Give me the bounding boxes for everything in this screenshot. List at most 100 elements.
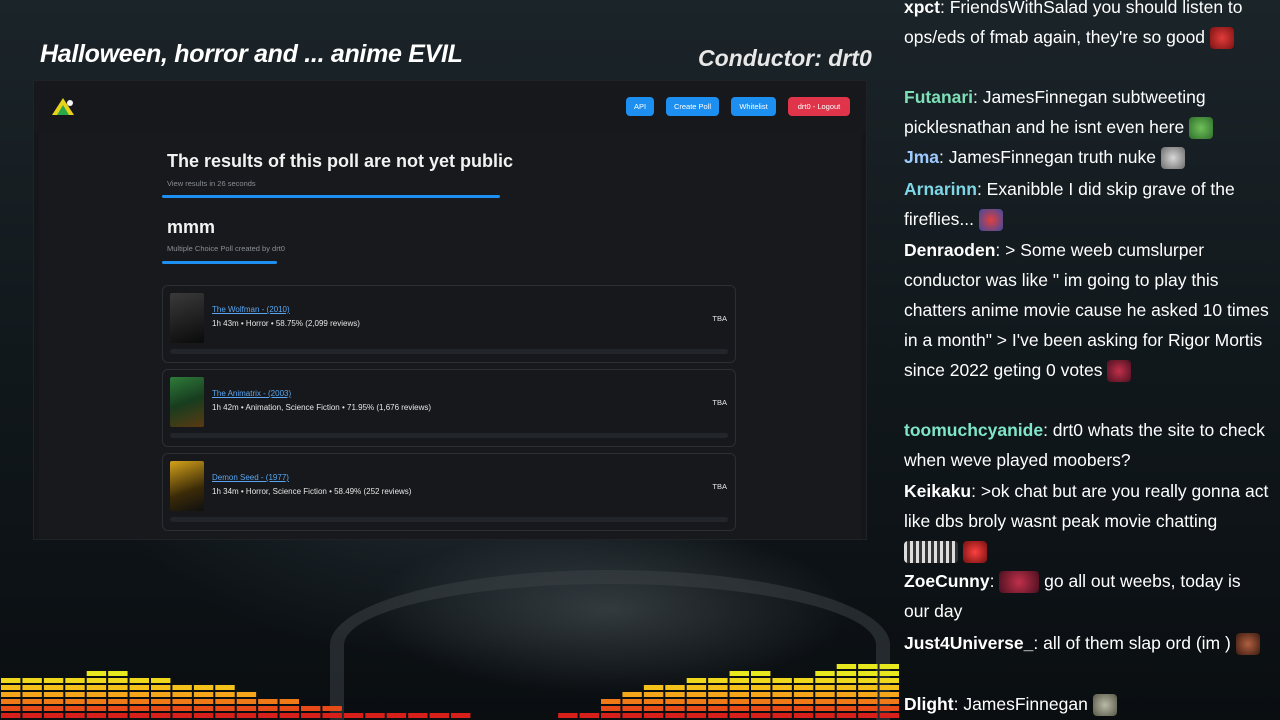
visualizer-segment xyxy=(751,685,771,690)
visualizer-segment xyxy=(22,706,42,711)
hype-emote-icon xyxy=(904,541,958,564)
poll-title-underline xyxy=(162,261,277,264)
visualizer-segment xyxy=(815,692,835,697)
chat-username[interactable]: Denraoden xyxy=(904,240,995,260)
visualizer-segment xyxy=(236,706,257,711)
chat-message: Just4Universe_: all of them slap ord (im… xyxy=(904,628,1270,658)
poll-option-card[interactable]: The Animatrix - (2003) 1h 42m • Animatio… xyxy=(162,369,736,447)
visualizer-segment xyxy=(708,706,728,711)
movie-meta: 1h 43m • Horror • 58.75% (2,099 reviews) xyxy=(212,319,360,328)
chat-username[interactable]: ZoeCunny xyxy=(904,571,990,591)
chat-message: ZoeCunny: go all out weebs, today is our… xyxy=(904,571,1241,621)
chat-username[interactable]: toomuchcyanide xyxy=(904,420,1043,440)
results-notice-title: The results of this poll are not yet pub… xyxy=(167,151,514,171)
chat-text: FriendsWithSalad you should listen to op… xyxy=(904,0,1243,47)
visualizer-segment xyxy=(879,685,899,690)
visualizer-segment xyxy=(215,692,235,697)
movie-title-link[interactable]: The Animatrix - (2003) xyxy=(212,389,291,398)
visualizer-segment xyxy=(643,706,664,711)
visualizer-segment xyxy=(793,699,814,704)
visualizer-segment xyxy=(215,699,235,704)
stream-title: Halloween, horror and ... anime EVIL xyxy=(40,40,463,68)
visualizer-segment xyxy=(86,699,107,704)
visualizer-segment xyxy=(22,713,42,718)
dance-emote-icon xyxy=(999,571,1040,594)
visualizer-segment xyxy=(751,706,771,711)
chat-username[interactable]: Dlight xyxy=(904,694,954,714)
visualizer-segment xyxy=(686,706,707,711)
visualizer-segment xyxy=(322,713,342,718)
visualizer-segment xyxy=(729,699,749,704)
visualizer-segment xyxy=(86,685,107,690)
visualizer-segment xyxy=(686,713,707,718)
visualizer-segment xyxy=(729,706,749,711)
chat-text: all of them slap ord (im ) xyxy=(1043,633,1231,653)
visualizer-segment xyxy=(643,692,664,697)
visualizer-segment xyxy=(43,692,64,697)
chat-panel: xpct: FriendsWithSalad you should listen… xyxy=(896,0,1280,720)
visualizer-segment xyxy=(665,706,685,711)
chat-username[interactable]: xpct xyxy=(904,0,940,17)
logout-button[interactable]: drt0 - Logout xyxy=(788,97,850,116)
visualizer-segment xyxy=(858,699,878,704)
visualizer-segment xyxy=(686,685,707,690)
chat-username[interactable]: Just4Universe_ xyxy=(904,633,1033,653)
visualizer-segment xyxy=(258,713,278,718)
visualizer-segment xyxy=(172,706,192,711)
movie-title-link[interactable]: The Wolfman - (2010) xyxy=(212,305,290,314)
vote-bar xyxy=(170,433,728,438)
visualizer-segment xyxy=(129,678,149,683)
visualizer-segment xyxy=(751,671,771,676)
chat-username[interactable]: Futanari xyxy=(904,87,973,107)
visualizer-segment xyxy=(1,699,21,704)
visualizer-segment xyxy=(601,706,621,711)
visualizer-segment xyxy=(172,685,192,690)
chat-message: toomuchcyanide: drt0 whats the site to c… xyxy=(904,420,1265,470)
visualizer-segment xyxy=(129,699,149,704)
visualizer-segment xyxy=(858,671,878,676)
site-logo-icon[interactable] xyxy=(48,95,78,119)
visualizer-segment xyxy=(43,713,64,718)
visualizer-segment xyxy=(451,713,471,718)
chat-message: xpct: FriendsWithSalad you should listen… xyxy=(904,0,1270,52)
whitelist-button[interactable]: Whitelist xyxy=(731,97,776,116)
visualizer-segment xyxy=(836,706,857,711)
visualizer-segment xyxy=(793,713,814,718)
visualizer-segment xyxy=(236,713,257,718)
visualizer-segment xyxy=(772,678,792,683)
visualizer-segment xyxy=(236,699,257,704)
visualizer-segment xyxy=(772,713,792,718)
poll-subtitle: Multiple Choice Poll created by drt0 xyxy=(167,244,285,253)
chat-username[interactable]: Jma xyxy=(904,147,939,167)
visualizer-segment xyxy=(879,706,899,711)
api-button[interactable]: API xyxy=(626,97,654,116)
poll-content: The results of this poll are not yet pub… xyxy=(39,133,861,539)
poll-option-card[interactable]: The Wolfman - (2010) 1h 43m • Horror • 5… xyxy=(162,285,736,363)
visualizer-segment xyxy=(751,678,771,683)
visualizer-segment xyxy=(858,664,878,669)
visualizer-segment xyxy=(193,699,214,704)
visualizer-segment xyxy=(129,685,149,690)
visualizer-segment xyxy=(151,678,171,683)
visualizer-segment xyxy=(172,713,192,718)
create-poll-button[interactable]: Create Poll xyxy=(666,97,719,116)
visualizer-segment xyxy=(729,692,749,697)
visualizer-segment xyxy=(236,692,257,697)
visualizer-segment xyxy=(879,678,899,683)
visualizer-segment xyxy=(301,713,321,718)
visualizer-segment xyxy=(858,692,878,697)
chat-username[interactable]: Arnarinn xyxy=(904,179,977,199)
movie-poster xyxy=(170,377,204,427)
visualizer-segment xyxy=(65,685,85,690)
vote-bar xyxy=(170,517,728,522)
movie-title-link[interactable]: Demon Seed - (1977) xyxy=(212,473,289,482)
visualizer-segment xyxy=(622,699,642,704)
movie-poster xyxy=(170,293,204,343)
visualizer-segment xyxy=(86,706,107,711)
chat-message: Arnarinn: Exanibble I did skip grave of … xyxy=(904,174,1270,234)
poll-option-card[interactable]: Demon Seed - (1977) 1h 34m • Horror, Sci… xyxy=(162,453,736,531)
chat-username[interactable]: Keikaku xyxy=(904,481,971,501)
visualizer-segment xyxy=(622,706,642,711)
visualizer-segment xyxy=(151,713,171,718)
visualizer-segment xyxy=(729,671,749,676)
